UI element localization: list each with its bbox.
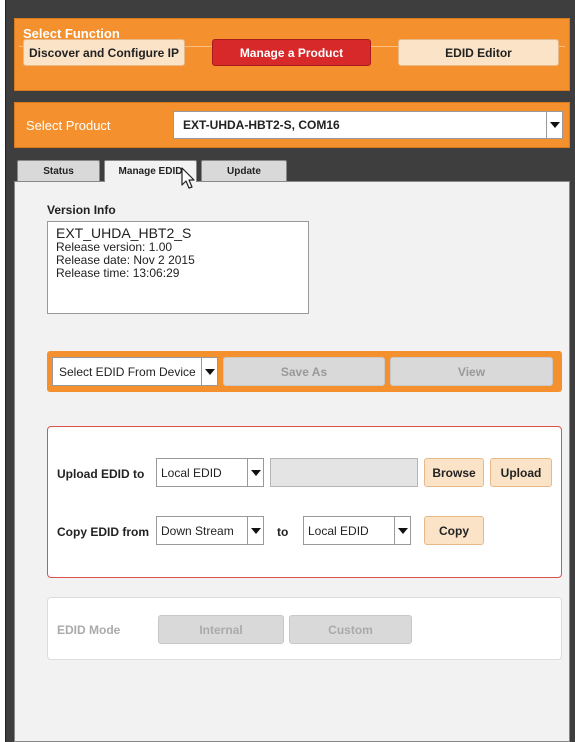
- mouse-cursor-icon: [181, 167, 195, 189]
- edid-mode-label: EDID Mode: [57, 623, 121, 637]
- version-info-line: Release time: 13:06:29: [56, 266, 180, 280]
- view-button[interactable]: View: [390, 357, 553, 386]
- browse-button[interactable]: Browse: [424, 458, 484, 487]
- chevron-down-icon[interactable]: [247, 517, 263, 544]
- copy-source-value: Down Stream: [161, 523, 234, 538]
- version-info-title: Version Info: [47, 203, 116, 217]
- select-product-label: Select Product: [26, 118, 111, 133]
- edid-source-value: Select EDID From Device: [59, 364, 196, 379]
- edid-editor-button[interactable]: EDID Editor: [398, 39, 559, 66]
- manage-product-button[interactable]: Manage a Product: [212, 39, 371, 66]
- edid-source-dropdown[interactable]: Select EDID From Device: [52, 357, 218, 386]
- internal-mode-button[interactable]: Internal: [158, 615, 284, 644]
- upload-copy-panel: [47, 426, 562, 578]
- chevron-down-icon[interactable]: [546, 112, 562, 138]
- tab-status[interactable]: Status: [17, 160, 100, 181]
- discover-configure-ip-button[interactable]: Discover and Configure IP: [23, 39, 185, 66]
- copy-button[interactable]: Copy: [424, 516, 484, 545]
- version-info-line: EXT_UHDA_HBT2_S: [56, 225, 192, 241]
- chevron-down-icon[interactable]: [247, 459, 263, 486]
- version-info-box: EXT_UHDA_HBT2_S Release version: 1.00 Re…: [47, 221, 309, 314]
- tab-update[interactable]: Update: [201, 160, 287, 181]
- product-dropdown-value: EXT-UHDA-HBT2-S, COM16: [183, 118, 340, 132]
- chevron-down-icon[interactable]: [201, 358, 217, 385]
- product-dropdown[interactable]: EXT-UHDA-HBT2-S, COM16: [173, 111, 563, 139]
- to-label: to: [277, 525, 289, 539]
- upload-target-dropdown[interactable]: Local EDID: [156, 458, 264, 487]
- select-product-panel: Select Product EXT-UHDA-HBT2-S, COM16: [14, 102, 570, 148]
- save-as-button[interactable]: Save As: [223, 357, 385, 386]
- upload-edid-label: Upload EDID to: [57, 467, 145, 481]
- upload-target-value: Local EDID: [161, 465, 222, 480]
- copy-destination-value: Local EDID: [308, 523, 369, 538]
- copy-source-dropdown[interactable]: Down Stream: [156, 516, 264, 545]
- upload-button[interactable]: Upload: [490, 458, 552, 487]
- copy-edid-label: Copy EDID from: [57, 525, 150, 539]
- custom-mode-button[interactable]: Custom: [289, 615, 412, 644]
- chevron-down-icon[interactable]: [394, 517, 410, 544]
- copy-destination-dropdown[interactable]: Local EDID: [303, 516, 411, 545]
- upload-file-path-field[interactable]: [270, 458, 418, 487]
